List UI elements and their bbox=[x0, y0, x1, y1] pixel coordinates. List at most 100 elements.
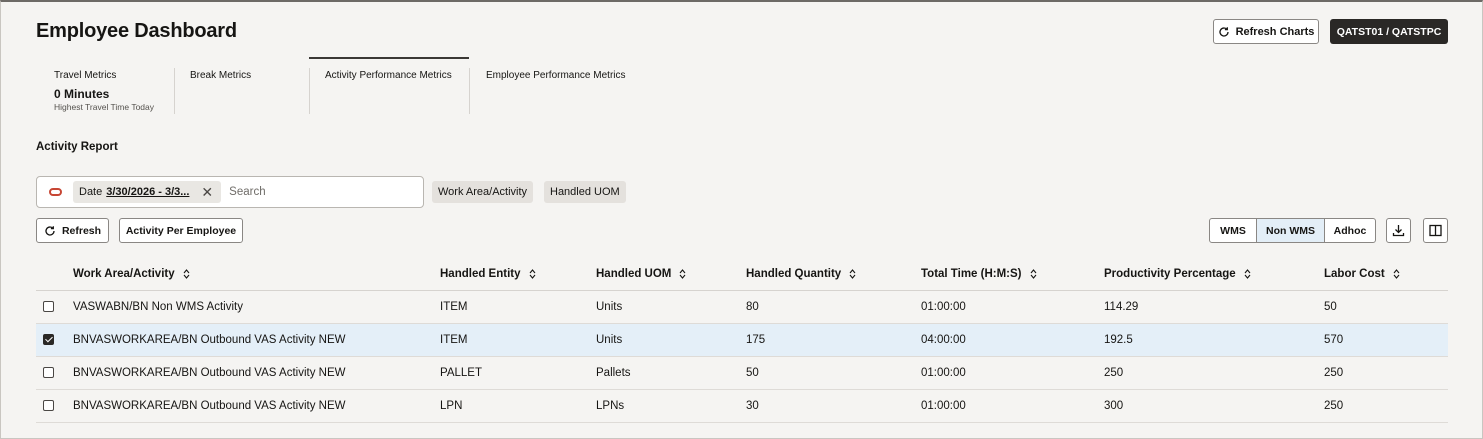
column-header[interactable]: Labor Cost bbox=[1324, 258, 1448, 291]
table-cell: 250 bbox=[1324, 356, 1448, 390]
row-checkbox[interactable] bbox=[43, 366, 54, 378]
sort-icon[interactable] bbox=[679, 268, 686, 279]
table-cell: Units bbox=[596, 323, 746, 357]
column-header[interactable]: Work Area/Activity bbox=[73, 258, 440, 291]
table-cell: 250 bbox=[1104, 356, 1324, 390]
travel-metric-subtitle: Highest Travel Time Today bbox=[54, 102, 154, 112]
page-title: Employee Dashboard bbox=[36, 20, 237, 42]
date-filter-chip[interactable]: Date 3/30/2026 - 3/3... ✕ bbox=[73, 181, 222, 203]
table-cell: BNVASWORKAREA/BN Outbound VAS Activity N… bbox=[73, 389, 440, 423]
refresh-button[interactable]: Refresh bbox=[36, 218, 109, 243]
tab-travel-metrics[interactable]: Travel Metrics 0 Minutes Highest Travel … bbox=[54, 58, 174, 114]
table-row[interactable]: BNVASWORKAREA/BN Outbound VAS Activity N… bbox=[36, 323, 1448, 357]
source-segmented-control: WMS Non WMS Adhoc bbox=[1209, 218, 1376, 243]
column-header-label: Labor Cost bbox=[1324, 267, 1385, 280]
chip-value: 3/30/2026 - 3/3... bbox=[106, 186, 190, 198]
segment-adhoc[interactable]: Adhoc bbox=[1325, 219, 1375, 242]
row-checkbox[interactable] bbox=[43, 399, 54, 411]
table-cell: LPN bbox=[440, 389, 596, 423]
refresh-charts-button[interactable]: Refresh Charts bbox=[1213, 19, 1319, 44]
table-cell: 300 bbox=[1104, 389, 1324, 423]
column-layout-button[interactable] bbox=[1423, 218, 1448, 243]
tab-label: Employee Performance Metrics bbox=[486, 70, 626, 81]
table-cell: 30 bbox=[746, 389, 921, 423]
activity-table: Work Area/Activity Handled Entity Handle… bbox=[36, 258, 1448, 423]
table-cell: 250 bbox=[1324, 389, 1448, 423]
table-cell: 01:00:00 bbox=[921, 290, 1104, 324]
sort-icon[interactable] bbox=[183, 268, 190, 279]
row-checkbox[interactable] bbox=[43, 300, 54, 312]
tab-divider bbox=[469, 68, 470, 114]
tab-divider bbox=[174, 68, 175, 114]
segment-non-wms[interactable]: Non WMS bbox=[1257, 219, 1325, 242]
app-frame: Employee Dashboard Refresh Charts QATST0… bbox=[0, 0, 1483, 439]
download-button[interactable] bbox=[1386, 218, 1411, 243]
close-icon[interactable]: ✕ bbox=[201, 185, 213, 199]
column-header-label: Handled Quantity bbox=[746, 267, 842, 280]
sort-icon[interactable] bbox=[1244, 268, 1251, 279]
table-cell: 01:00:00 bbox=[921, 356, 1104, 390]
tab-employee-performance-metrics[interactable]: Employee Performance Metrics bbox=[486, 58, 646, 114]
sort-icon[interactable] bbox=[1393, 268, 1400, 279]
row-checkbox[interactable] bbox=[43, 333, 54, 345]
table-cell: ITEM bbox=[440, 323, 596, 357]
table-cell: BNVASWORKAREA/BN Outbound VAS Activity N… bbox=[73, 323, 440, 357]
column-header-label: Work Area/Activity bbox=[73, 267, 175, 280]
travel-metric-value: 0 Minutes bbox=[54, 87, 110, 101]
tab-label: Activity Performance Metrics bbox=[325, 70, 452, 81]
table-cell: 114.29 bbox=[1104, 290, 1324, 324]
refresh-icon bbox=[45, 225, 55, 236]
sort-icon[interactable] bbox=[529, 268, 536, 279]
user-button[interactable]: QATST01 / QATSTPC bbox=[1330, 19, 1448, 44]
work-area-activity-filter[interactable]: Work Area/Activity bbox=[432, 181, 534, 203]
column-header[interactable]: Productivity Percentage bbox=[1104, 258, 1324, 291]
table-cell: 570 bbox=[1324, 323, 1448, 357]
table-row[interactable]: BNVASWORKAREA/BN Outbound VAS Activity N… bbox=[36, 356, 1448, 390]
table-row[interactable]: BNVASWORKAREA/BN Outbound VAS Activity N… bbox=[36, 389, 1448, 423]
tab-label: Break Metrics bbox=[190, 70, 252, 81]
segment-wms[interactable]: WMS bbox=[1210, 219, 1257, 242]
table-cell: Units bbox=[596, 290, 746, 324]
column-header-label: Handled UOM bbox=[596, 267, 672, 280]
column-header[interactable]: Handled Quantity bbox=[746, 258, 921, 291]
table-row[interactable]: VASWABN/BN Non WMS Activity ITEM Units 8… bbox=[36, 290, 1448, 324]
table-cell: 01:00:00 bbox=[921, 389, 1104, 423]
table-cell: 192.5 bbox=[1104, 323, 1324, 357]
select-column-header bbox=[36, 258, 73, 291]
column-header[interactable]: Total Time (H:M:S) bbox=[921, 258, 1104, 291]
table-cell: VASWABN/BN Non WMS Activity bbox=[73, 290, 440, 324]
search-input[interactable] bbox=[229, 186, 400, 198]
table-cell: Pallets bbox=[596, 356, 746, 390]
table-cell: 50 bbox=[746, 356, 921, 390]
chip-prefix: Date bbox=[79, 186, 103, 198]
table-cell: 175 bbox=[746, 323, 921, 357]
table-cell: PALLET bbox=[440, 356, 596, 390]
sort-icon[interactable] bbox=[1030, 268, 1037, 279]
table-cell: 80 bbox=[746, 290, 921, 324]
filter-oval-icon bbox=[49, 188, 62, 196]
column-header-label: Handled Entity bbox=[440, 267, 521, 280]
refresh-charts-label: Refresh Charts bbox=[1235, 25, 1315, 38]
refresh-label: Refresh bbox=[61, 224, 102, 237]
handled-uom-filter[interactable]: Handled UOM bbox=[544, 181, 626, 203]
refresh-icon bbox=[1218, 26, 1229, 37]
table-cell: ITEM bbox=[440, 290, 596, 324]
filter-bar: Date 3/30/2026 - 3/3... ✕ bbox=[36, 176, 424, 208]
sort-icon[interactable] bbox=[849, 268, 856, 279]
table-cell: BNVASWORKAREA/BN Outbound VAS Activity N… bbox=[73, 356, 440, 390]
table-cell: 50 bbox=[1324, 290, 1448, 324]
columns-icon bbox=[1429, 224, 1442, 237]
tab-activity-performance-metrics[interactable]: Activity Performance Metrics bbox=[325, 58, 469, 114]
column-header-label: Productivity Percentage bbox=[1104, 267, 1236, 280]
table-cell: 04:00:00 bbox=[921, 323, 1104, 357]
section-title: Activity Report bbox=[36, 141, 118, 153]
column-header[interactable]: Handled UOM bbox=[596, 258, 746, 291]
download-icon bbox=[1392, 225, 1405, 237]
tab-divider bbox=[309, 68, 310, 114]
tab-label: Travel Metrics bbox=[54, 70, 117, 81]
column-header-label: Total Time (H:M:S) bbox=[921, 267, 1022, 280]
column-header[interactable]: Handled Entity bbox=[440, 258, 596, 291]
activity-per-employee-button[interactable]: Activity Per Employee bbox=[119, 218, 243, 243]
tab-break-metrics[interactable]: Break Metrics bbox=[190, 58, 300, 114]
table-cell: LPNs bbox=[596, 389, 746, 423]
